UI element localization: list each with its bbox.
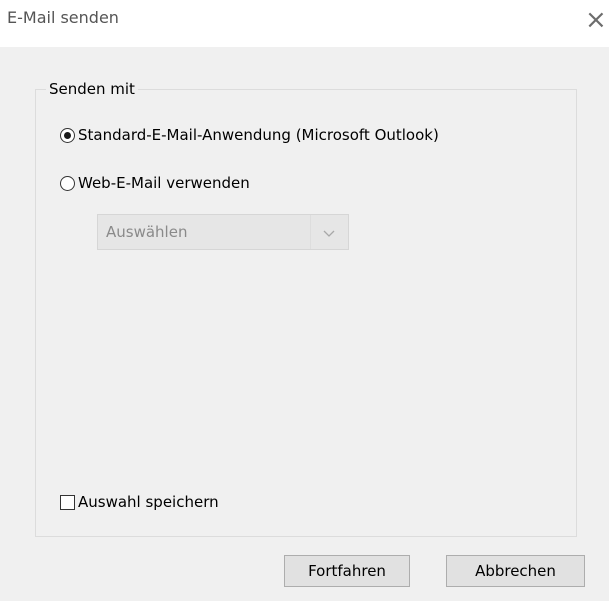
- cancel-button[interactable]: Abbrechen: [446, 555, 585, 587]
- save-choice-label: Auswahl speichern: [78, 493, 219, 511]
- default-email-app-label: Standard-E-Mail-Anwendung (Microsoft Out…: [78, 126, 439, 144]
- webmail-provider-value: Auswählen: [106, 223, 188, 241]
- web-email-option[interactable]: Web-E-Mail verwenden: [60, 173, 250, 193]
- save-choice-checkbox[interactable]: [60, 494, 75, 510]
- title-bar: E-Mail senden ×: [0, 0, 609, 47]
- default-email-app-radio[interactable]: [60, 127, 75, 143]
- webmail-provider-select[interactable]: Auswählen: [97, 214, 349, 250]
- close-icon[interactable]: ×: [585, 0, 609, 40]
- groupbox-legend: Senden mit: [46, 79, 138, 99]
- continue-button[interactable]: Fortfahren: [284, 555, 410, 587]
- save-choice-option[interactable]: Auswahl speichern: [60, 492, 219, 512]
- default-email-app-option[interactable]: Standard-E-Mail-Anwendung (Microsoft Out…: [60, 125, 439, 145]
- web-email-radio[interactable]: [60, 175, 75, 191]
- email-send-dialog: E-Mail senden × Senden mit Standard-E-Ma…: [0, 0, 609, 601]
- send-with-groupbox: Senden mit: [35, 79, 577, 537]
- chevron-down-icon: [323, 230, 335, 237]
- dialog-body: Senden mit Standard-E-Mail-Anwendung (Mi…: [0, 47, 609, 601]
- window-title: E-Mail senden: [7, 8, 119, 27]
- select-divider: [310, 215, 311, 249]
- web-email-label: Web-E-Mail verwenden: [78, 174, 250, 192]
